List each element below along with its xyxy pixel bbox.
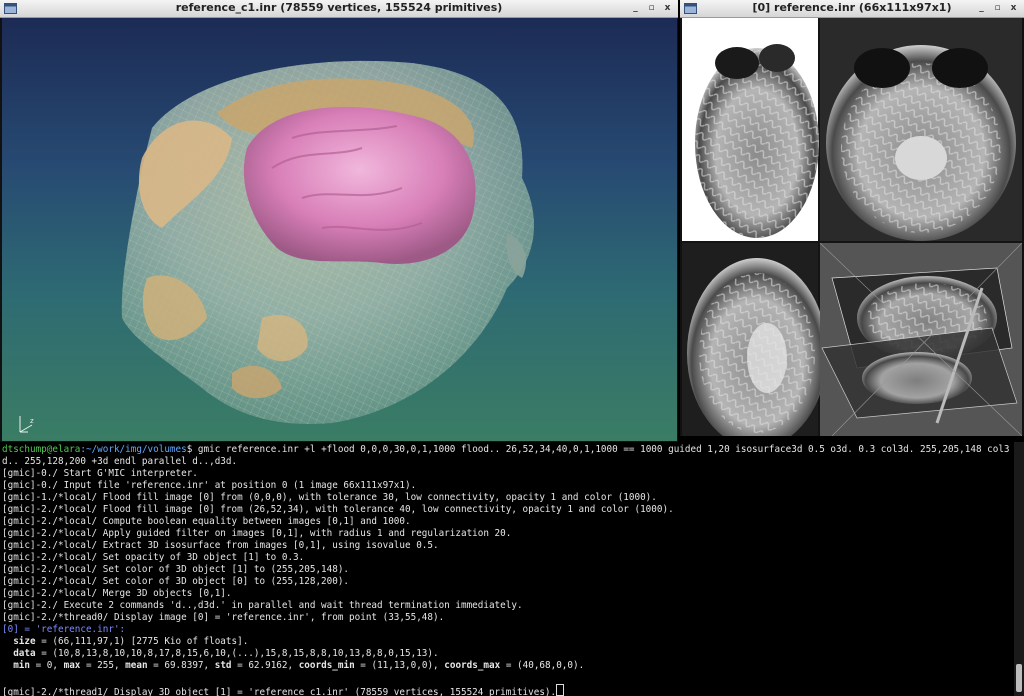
maximize-button[interactable]: ▫ (991, 2, 1004, 15)
stat-key: max (63, 660, 81, 671)
window-title: [0] reference.inr (66x111x97x1) (752, 1, 952, 14)
3d-isosurface-render[interactable]: z (2, 18, 677, 441)
slice-viewer-titlebar[interactable]: [0] reference.inr (66x111x97x1) _ ▫ x (680, 0, 1024, 18)
maximize-button[interactable]: ▫ (645, 2, 658, 15)
log-line: [gmic]-2./*local/ Apply guided filter on… (2, 528, 512, 539)
log-line: [gmic]-2./*local/ Set color of 3D object… (2, 564, 350, 575)
log-line: [gmic]-0./ Start G'MIC interpreter. (2, 468, 198, 479)
size-value: = (66,111,97,1) [2775 Kio of floats]. (35, 636, 249, 647)
sagittal-slice-view[interactable] (682, 18, 819, 241)
prompt-path: :~/work/img/volumes (80, 444, 187, 455)
log-line: [gmic]-2./*local/ Compute boolean equali… (2, 516, 411, 527)
3d-planes-view[interactable] (819, 242, 1023, 437)
log-line: [gmic]-0./ Input file 'reference.inr' at… (2, 480, 417, 491)
stat-value: = 69.8397, (147, 660, 215, 671)
stat-value: = 0, (30, 660, 64, 671)
axial-slice-view[interactable] (820, 18, 1022, 241)
window-title: reference_c1.inr (78559 vertices, 155524… (175, 1, 503, 14)
3d-viewer-window[interactable]: reference_c1.inr (78559 vertices, 155524… (0, 0, 678, 442)
stat-value: = (40,68,0,0). (500, 660, 585, 671)
slice-viewer-window[interactable]: [0] reference.inr (66x111x97x1) _ ▫ x (680, 0, 1024, 448)
3d-render-viewport[interactable]: z (2, 18, 677, 441)
terminal-output[interactable]: dtschump@elara:~/work/img/volumes$ gmic … (0, 442, 1014, 696)
scrollbar-thumb[interactable] (1016, 664, 1022, 692)
data-value: = (10,8,13,8,10,10,8,17,8,15,6,10,(...),… (35, 648, 439, 659)
stat-value: = (11,13,0,0), (354, 660, 445, 671)
command-line: $ gmic reference.inr +l +flood 0,0,0,30,… (186, 444, 1010, 455)
stat-value: = 62.9162, (231, 660, 299, 671)
close-button[interactable]: x (1007, 2, 1020, 15)
prompt-user: dtschump@elara (2, 444, 81, 455)
3d-viewer-titlebar[interactable]: reference_c1.inr (78559 vertices, 155524… (0, 0, 678, 18)
log-line: [gmic]-2./*local/ Set opacity of 3D obje… (2, 552, 305, 563)
log-line: [gmic]-2./*local/ Set color of 3D object… (2, 576, 350, 587)
log-line: [gmic]-2./*local/ Flood fill image [0] f… (2, 504, 674, 515)
stat-key: coords_max (444, 660, 501, 671)
data-key: data (13, 648, 36, 659)
stat-key: coords_min (298, 660, 355, 671)
command-line-continued: d.. 255,128,200 +3d endl parallel d..,d3… (2, 456, 238, 467)
log-line: [gmic]-1./*local/ Flood fill image [0] f… (2, 492, 657, 503)
stat-key: mean (125, 660, 148, 671)
log-line: [gmic]-2./*local/ Extract 3D isosurface … (2, 540, 439, 551)
coronal-slice-view[interactable] (682, 243, 827, 448)
terminal-scrollbar[interactable] (1014, 442, 1024, 696)
log-line: [gmic]-2./*thread0/ Display image [0] = … (2, 612, 445, 623)
log-line-last: [gmic]-2./*thread1/ Display 3D object [1… (2, 687, 557, 696)
stat-key: min (13, 660, 30, 671)
size-key: size (13, 636, 36, 647)
close-button[interactable]: x (661, 2, 674, 15)
minimize-button[interactable]: _ (975, 2, 988, 15)
minimize-button[interactable]: _ (629, 2, 642, 15)
stat-value: = 255, (80, 660, 126, 671)
image-header: [0] = 'reference.inr': (2, 624, 126, 635)
slice-viewport[interactable] (682, 18, 1023, 448)
log-line: [gmic]-2./ Execute 2 commands 'd..,d3d.'… (2, 600, 523, 611)
log-line: [gmic]-2./*local/ Merge 3D objects [0,1]… (2, 588, 232, 599)
terminal-cursor[interactable] (556, 684, 565, 696)
axis-label-z: z (30, 417, 34, 425)
stat-key: std (214, 660, 232, 671)
